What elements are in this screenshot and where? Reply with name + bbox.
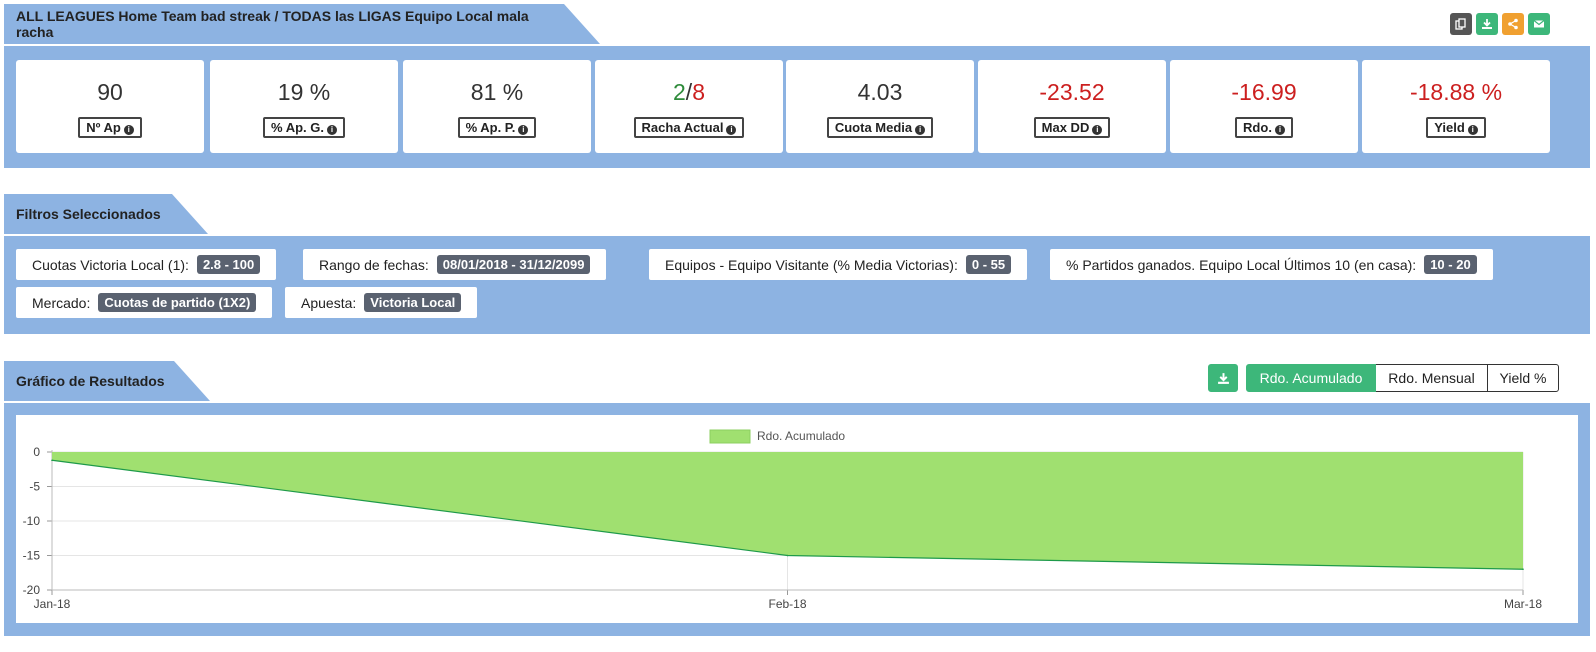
filter-label: Apuesta: bbox=[301, 294, 357, 311]
stats-panel: 90 Nº Ap i 19 % % Ap. G. i 81 % % Ap. P. i … bbox=[4, 46, 1590, 168]
stat-value: 2/8 bbox=[595, 78, 783, 106]
stat-label-text: % Ap. P. bbox=[465, 120, 516, 135]
info-icon: i bbox=[123, 125, 134, 135]
stat-label-text: Racha Actual bbox=[641, 120, 724, 135]
filter-label: Cuotas Victoria Local (1): bbox=[32, 256, 189, 273]
data-point bbox=[786, 554, 789, 557]
stat-value: 19 % bbox=[277, 79, 331, 105]
page-title: ALL LEAGUES Home Team bad streak / TODAS… bbox=[16, 8, 529, 40]
y-tick-label: -5 bbox=[29, 480, 40, 494]
stat-card-cuota: 4.03 Cuota Media i bbox=[786, 60, 974, 153]
x-tick-label: Mar-18 bbox=[1504, 597, 1542, 611]
filter-label: Rango de fechas: bbox=[319, 256, 429, 273]
share-icon bbox=[1508, 18, 1518, 30]
y-tick-label: -15 bbox=[23, 549, 41, 563]
stat-label-text: % Ap. G. bbox=[271, 120, 324, 135]
info-icon: i bbox=[915, 125, 926, 135]
filter-value-badge: 0 - 55 bbox=[965, 255, 1012, 274]
filter-chip: Rango de fechas: 08/01/2018 - 31/12/2099 bbox=[303, 249, 607, 280]
share-button[interactable] bbox=[1502, 13, 1524, 35]
streak-losses: 8 bbox=[692, 79, 705, 105]
filters-tab: Filtros Seleccionados bbox=[4, 194, 208, 234]
x-tick-label: Jan-18 bbox=[34, 597, 71, 611]
filter-chip: Apuesta: Victoria Local bbox=[285, 287, 478, 318]
stat-card-racha: 2/8 Racha Actual i bbox=[595, 60, 783, 153]
filter-label: % Partidos ganados. Equipo Local Últimos… bbox=[1066, 256, 1417, 273]
data-point bbox=[1522, 568, 1524, 571]
download-icon bbox=[1482, 19, 1492, 29]
page-title-tab: ALL LEAGUES Home Team bad streak / TODAS… bbox=[4, 4, 600, 44]
stat-value: 4.03 bbox=[857, 79, 903, 105]
results-title: Gráfico de Resultados bbox=[16, 373, 165, 389]
copy-icon bbox=[1455, 18, 1466, 30]
stat-card-maxdd: -23.52 Max DD i bbox=[978, 60, 1166, 153]
stat-value: 81 % bbox=[470, 79, 524, 105]
filter-label: Equipos - Equipo Visitante (% Media Vict… bbox=[665, 256, 958, 273]
stat-value: -16.99 bbox=[1231, 79, 1297, 105]
stat-card-ap-p: 81 % % Ap. P. i bbox=[403, 60, 591, 153]
stat-value: -18.88 % bbox=[1409, 79, 1503, 105]
info-icon: i bbox=[1467, 125, 1478, 135]
stat-label[interactable]: Racha Actual i bbox=[633, 117, 745, 138]
stat-label-text: Cuota Media bbox=[834, 120, 913, 135]
chart-container: 0 -5 -10 -15 -20 Jan-18 Feb-18 Mar-18 Rdo. Acumu… bbox=[16, 415, 1578, 623]
filter-value-badge: 2.8 - 100 bbox=[196, 255, 261, 274]
copy-button[interactable] bbox=[1450, 13, 1472, 35]
stat-label[interactable]: Rdo. i bbox=[1235, 117, 1293, 138]
results-tab: Gráfico de Resultados bbox=[4, 361, 210, 401]
stat-label-text: Rdo. bbox=[1243, 120, 1272, 135]
stat-card-yield: -18.88 % Yield i bbox=[1362, 60, 1550, 153]
filter-label: Mercado: bbox=[32, 294, 91, 311]
stat-label[interactable]: % Ap. P. i bbox=[457, 117, 537, 138]
data-point bbox=[51, 459, 53, 462]
filters-title: Filtros Seleccionados bbox=[16, 206, 161, 222]
stat-value: -23.52 bbox=[1039, 79, 1105, 105]
filter-chip: Mercado: Cuotas de partido (1X2) bbox=[16, 287, 273, 318]
download-icon bbox=[1217, 372, 1229, 384]
stat-label[interactable]: Cuota Media i bbox=[826, 117, 934, 138]
x-tick-label: Feb-18 bbox=[768, 597, 806, 611]
y-tick-label: -10 bbox=[23, 514, 41, 528]
y-tick-label: -20 bbox=[23, 583, 41, 597]
rdo-acumulado-button[interactable]: Rdo. Acumulado bbox=[1246, 364, 1376, 392]
stat-label[interactable]: Yield i bbox=[1426, 117, 1486, 138]
stat-label[interactable]: % Ap. G. i bbox=[263, 117, 345, 138]
stat-value: 90 bbox=[97, 79, 123, 105]
y-tick-label: 0 bbox=[33, 445, 40, 459]
email-button[interactable] bbox=[1528, 13, 1550, 35]
filter-chip: Cuotas Victoria Local (1): 2.8 - 100 bbox=[16, 249, 277, 280]
stat-label-text: Max DD bbox=[1041, 120, 1090, 135]
info-icon: i bbox=[1092, 125, 1103, 135]
stat-card-ap: 90 Nº Ap i bbox=[16, 60, 204, 153]
legend-label: Rdo. Acumulado bbox=[757, 429, 845, 443]
legend-swatch bbox=[709, 429, 751, 444]
stat-label-text: Nº Ap bbox=[86, 120, 121, 135]
info-icon: i bbox=[518, 125, 529, 135]
info-icon: i bbox=[1274, 125, 1285, 135]
stat-label[interactable]: Max DD i bbox=[1033, 117, 1111, 138]
filter-chip: % Partidos ganados. Equipo Local Últimos… bbox=[1050, 249, 1493, 280]
filters-panel: Cuotas Victoria Local (1): 2.8 - 100 Ran… bbox=[4, 236, 1590, 334]
chart-panel: 0 -5 -10 -15 -20 Jan-18 Feb-18 Mar-18 Rdo. Acumu… bbox=[4, 403, 1590, 636]
download-button[interactable] bbox=[1476, 13, 1498, 35]
info-icon: i bbox=[326, 125, 337, 135]
filter-value-badge: Victoria Local bbox=[364, 293, 462, 312]
email-icon bbox=[1533, 20, 1545, 28]
stat-label[interactable]: Nº Ap i bbox=[78, 117, 142, 138]
filter-value-badge: 10 - 20 bbox=[1424, 255, 1477, 274]
filter-chip: Equipos - Equipo Visitante (% Media Vict… bbox=[649, 249, 1028, 280]
filter-value-badge: Cuotas de partido (1X2) bbox=[98, 293, 257, 312]
stat-label-text: Yield bbox=[1434, 120, 1465, 135]
streak-wins: 2 bbox=[673, 79, 686, 105]
filter-value-badge: 08/01/2018 - 31/12/2099 bbox=[436, 255, 591, 274]
yield-button[interactable]: Yield % bbox=[1487, 364, 1559, 392]
info-icon: i bbox=[726, 125, 737, 135]
stat-card-ap-g: 19 % % Ap. G. i bbox=[210, 60, 398, 153]
results-chart: 0 -5 -10 -15 -20Jan-18 Feb-18 Mar-18 Rdo. Acumu… bbox=[23, 429, 1543, 611]
rdo-mensual-button[interactable]: Rdo. Mensual bbox=[1376, 364, 1488, 392]
download-chart-button[interactable] bbox=[1208, 364, 1238, 392]
stat-card-rdo: -16.99 Rdo. i bbox=[1170, 60, 1358, 153]
series-area bbox=[52, 452, 1523, 570]
